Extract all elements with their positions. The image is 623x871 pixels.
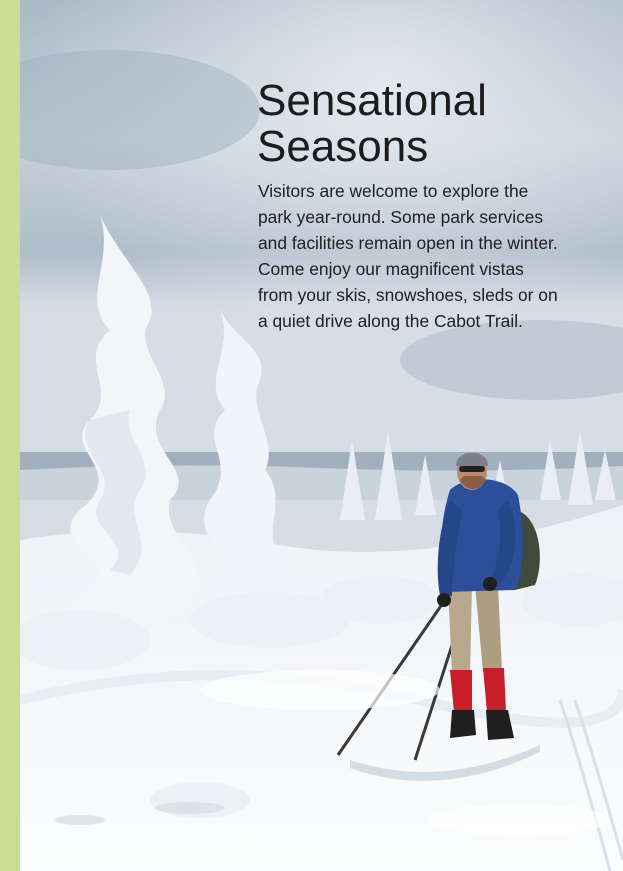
title-line-1: Sensational bbox=[257, 76, 487, 125]
page-side-bar bbox=[0, 0, 20, 871]
title-line-2: Seasons bbox=[257, 122, 429, 171]
page-title: Sensational Seasons bbox=[257, 78, 597, 170]
body-paragraph: Visitors are welcome to explore the park… bbox=[258, 181, 558, 331]
brochure-page: Sensational Seasons Visitors are welcome… bbox=[0, 0, 623, 871]
